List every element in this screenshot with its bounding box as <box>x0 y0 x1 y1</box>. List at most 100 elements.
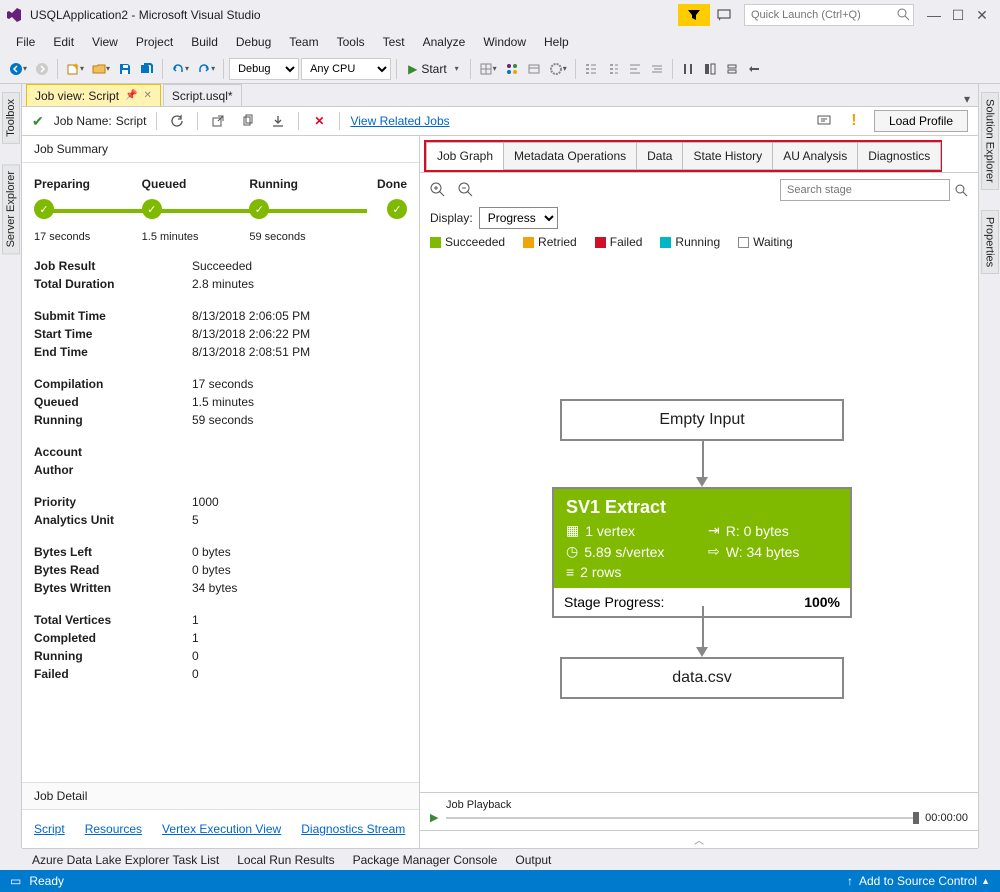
toolbar-icon-1[interactable]: ▾ <box>476 58 500 80</box>
new-project-button[interactable]: ▾ <box>63 58 87 80</box>
graph-node-sv1[interactable]: SV1 Extract ▦1 vertex ⇥R: 0 bytes ◷5.89 … <box>552 487 852 618</box>
start-debug-button[interactable]: ▶Start▾ <box>402 58 465 80</box>
toolbar-icon-7[interactable] <box>625 58 645 80</box>
source-control-button[interactable]: Add to Source Control <box>859 874 977 888</box>
kv-key: Author <box>34 463 192 477</box>
side-tab-properties[interactable]: Properties <box>981 210 999 274</box>
menu-debug[interactable]: Debug <box>228 33 279 51</box>
toolbar-icon-2[interactable] <box>502 58 522 80</box>
toolbar-icon-10[interactable] <box>700 58 720 80</box>
toolbar-icon-11[interactable] <box>722 58 742 80</box>
bottom-tab-local-run[interactable]: Local Run Results <box>237 853 334 867</box>
status-bar: ▭ Ready ↑ Add to Source Control ▲ <box>0 870 1000 892</box>
side-tab-toolbox[interactable]: Toolbox <box>2 92 20 144</box>
toolbar-icon-4[interactable]: ▾ <box>546 58 570 80</box>
save-all-button[interactable] <box>137 58 157 80</box>
doc-tab-label: Script.usql* <box>172 89 233 103</box>
kv-key: Running <box>34 649 192 663</box>
warning-icon[interactable]: ! <box>844 111 864 131</box>
menu-file[interactable]: File <box>8 33 43 51</box>
detail-link-resources[interactable]: Resources <box>85 822 142 836</box>
publish-icon[interactable]: ↑ <box>847 874 853 888</box>
pin-icon[interactable]: 📌 <box>125 90 137 101</box>
toolbar-icon-8[interactable] <box>647 58 667 80</box>
doc-tab-script[interactable]: Script.usql* <box>163 84 242 106</box>
playback-label: Job Playback <box>446 799 968 811</box>
kv-value <box>192 445 407 459</box>
toolbar-icon-5[interactable] <box>581 58 601 80</box>
menu-analyze[interactable]: Analyze <box>415 33 474 51</box>
tab-au-analysis[interactable]: AU Analysis <box>772 142 858 170</box>
toolbar-icon-6[interactable] <box>603 58 623 80</box>
menu-test[interactable]: Test <box>375 33 413 51</box>
menu-window[interactable]: Window <box>475 33 534 51</box>
close-button[interactable]: ✕ <box>970 3 994 27</box>
bottom-tab-pmc[interactable]: Package Manager Console <box>353 853 498 867</box>
kv-value <box>192 463 407 477</box>
open-external-icon[interactable] <box>208 111 228 131</box>
side-tab-solution-explorer[interactable]: Solution Explorer <box>981 92 999 190</box>
doc-tab-job-view[interactable]: Job view: Script 📌 ✕ <box>26 84 161 106</box>
save-button[interactable] <box>115 58 135 80</box>
menu-team[interactable]: Team <box>281 33 326 51</box>
tab-dropdown-icon[interactable]: ▾ <box>956 92 978 106</box>
bottom-tab-adl[interactable]: Azure Data Lake Explorer Task List <box>32 853 219 867</box>
detail-link-vertex[interactable]: Vertex Execution View <box>162 822 281 836</box>
menu-edit[interactable]: Edit <box>45 33 82 51</box>
copy-icon[interactable] <box>238 111 258 131</box>
menu-view[interactable]: View <box>84 33 126 51</box>
kv-value: 59 seconds <box>192 413 407 427</box>
display-select[interactable]: Progress <box>479 207 558 229</box>
window-title: USQLApplication2 - Microsoft Visual Stud… <box>30 8 261 22</box>
toolbar-icon-9[interactable] <box>678 58 698 80</box>
kv-value: 1 <box>192 631 407 645</box>
nav-forward-button[interactable] <box>32 58 52 80</box>
toolbar-icon-12[interactable] <box>744 58 764 80</box>
bottom-tab-output[interactable]: Output <box>515 853 551 867</box>
graph-node-input[interactable]: Empty Input <box>560 399 844 441</box>
detail-link-script[interactable]: Script <box>34 822 65 836</box>
side-tab-server-explorer[interactable]: Server Explorer <box>2 164 20 254</box>
download-icon[interactable] <box>268 111 288 131</box>
zoom-in-icon[interactable] <box>430 182 446 198</box>
menu-tools[interactable]: Tools <box>329 33 373 51</box>
notification-filter-button[interactable] <box>678 4 710 26</box>
graph-node-output[interactable]: data.csv <box>560 657 844 699</box>
toolbar-icon-3[interactable] <box>524 58 544 80</box>
load-profile-button[interactable]: Load Profile <box>874 110 968 132</box>
collapse-handle[interactable]: ︿ <box>420 830 978 848</box>
menu-project[interactable]: Project <box>128 33 181 51</box>
minimize-button[interactable]: — <box>922 3 946 27</box>
detail-link-diagnostics[interactable]: Diagnostics Stream <box>301 822 405 836</box>
tab-job-graph[interactable]: Job Graph <box>426 142 504 170</box>
tab-diagnostics[interactable]: Diagnostics <box>857 142 941 170</box>
quick-launch-input[interactable] <box>744 4 914 26</box>
search-stage-input[interactable] <box>780 179 950 201</box>
search-icon[interactable] <box>954 183 968 197</box>
cancel-icon[interactable]: ✕ <box>309 111 329 131</box>
tab-metadata[interactable]: Metadata Operations <box>503 142 637 170</box>
refresh-icon[interactable] <box>167 111 187 131</box>
tab-state-history[interactable]: State History <box>682 142 773 170</box>
zoom-out-icon[interactable] <box>458 182 474 198</box>
redo-button[interactable]: ▾ <box>194 58 218 80</box>
chat-icon[interactable] <box>814 111 834 131</box>
playback-track[interactable] <box>446 817 917 819</box>
maximize-button[interactable]: ☐ <box>946 3 970 27</box>
menu-help[interactable]: Help <box>536 33 577 51</box>
nav-back-button[interactable]: ▾ <box>6 58 30 80</box>
config-select[interactable]: Debug <box>229 58 299 80</box>
feedback-icon[interactable] <box>712 3 736 27</box>
close-icon[interactable]: ✕ <box>143 90 151 101</box>
play-icon[interactable]: ▶ <box>430 811 438 824</box>
graph-canvas[interactable]: Empty Input SV1 Extract ▦1 vertex ⇥R: 0 … <box>420 259 978 792</box>
undo-button[interactable]: ▾ <box>168 58 192 80</box>
view-related-jobs-link[interactable]: View Related Jobs <box>350 114 449 128</box>
stage-done-label: Done <box>357 177 407 191</box>
tab-data[interactable]: Data <box>636 142 683 170</box>
playback-cursor[interactable] <box>913 812 919 824</box>
platform-select[interactable]: Any CPU <box>301 58 391 80</box>
menu-build[interactable]: Build <box>183 33 226 51</box>
open-file-button[interactable]: ▾ <box>89 58 113 80</box>
success-check-icon: ✔ <box>32 113 44 130</box>
